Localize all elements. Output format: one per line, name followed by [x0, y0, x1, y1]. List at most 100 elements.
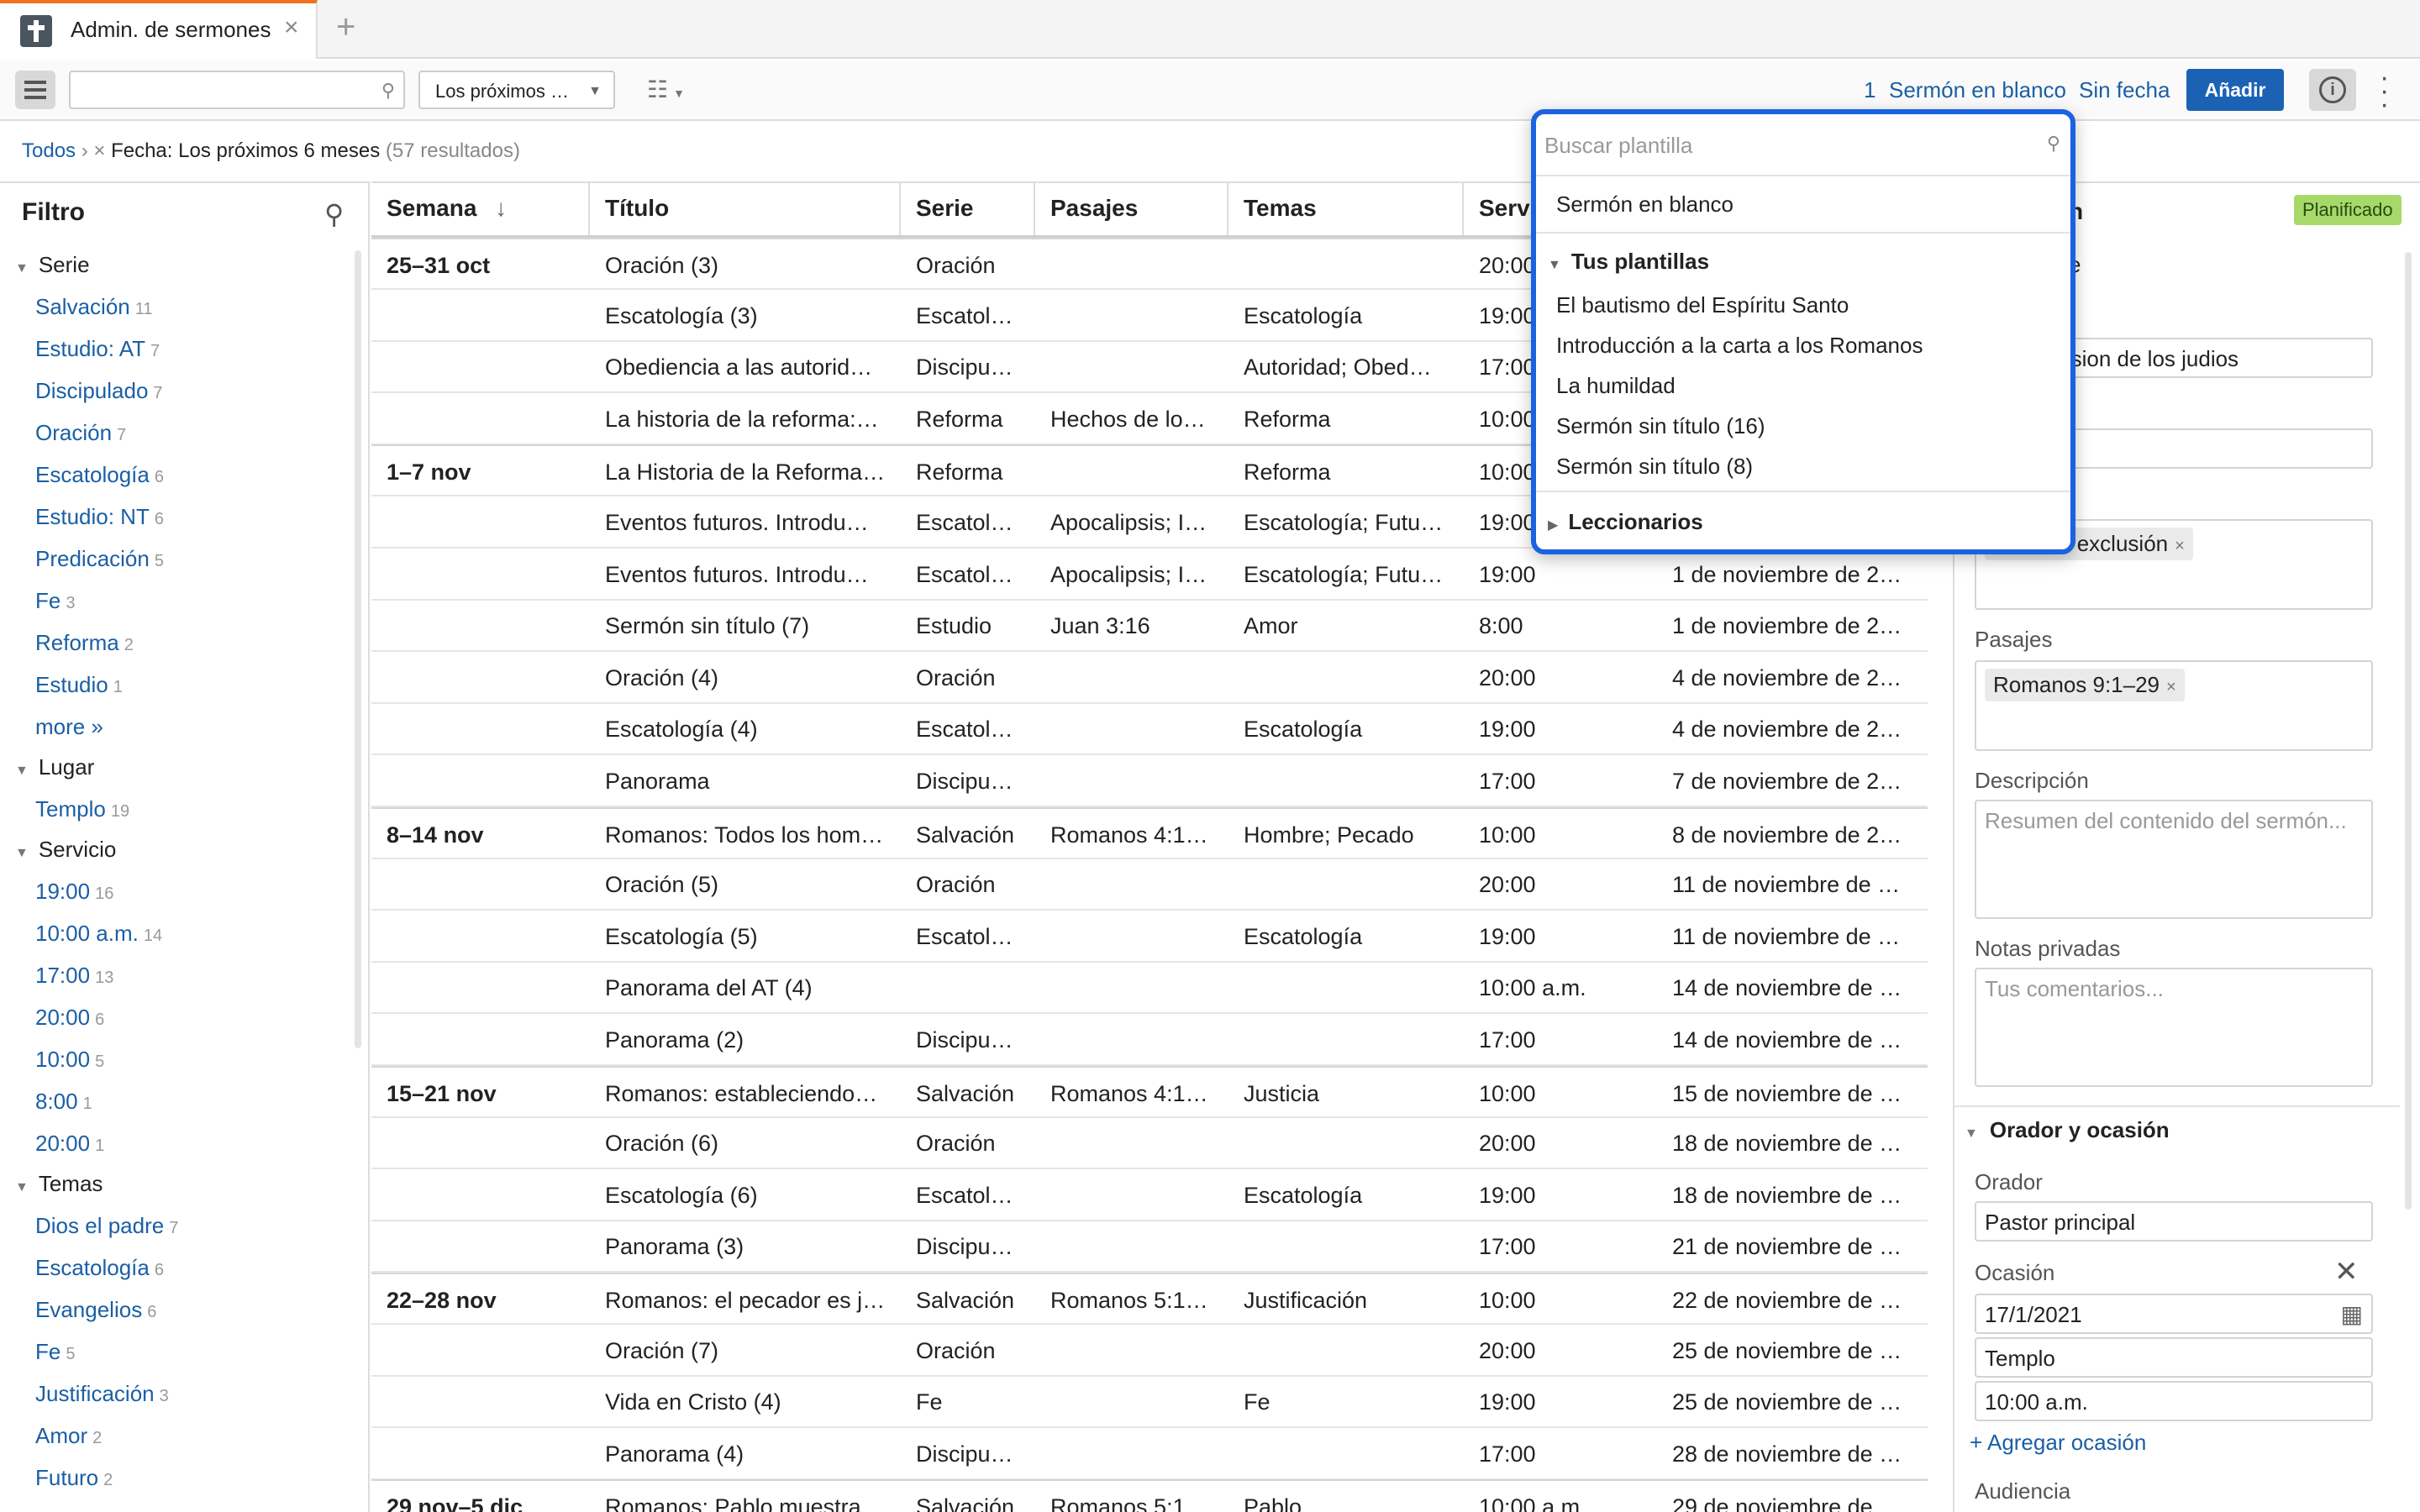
remove-chip-icon[interactable]: × — [2166, 678, 2176, 696]
description-field[interactable]: Resumen del contenido del sermón... — [1975, 800, 2373, 919]
filter-item[interactable]: Estudio 1 — [35, 672, 123, 698]
filter-item[interactable]: Estudio: NT 6 — [35, 504, 164, 530]
filter-item[interactable]: Discipulado 7 — [35, 378, 163, 404]
breadcrumb-filter: Fecha: Los próximos 6 meses — [111, 139, 381, 162]
view-mode-button[interactable]: ☷ ▼ — [647, 76, 685, 103]
add-occasion-link[interactable]: + Agregar ocasión — [1970, 1430, 2146, 1456]
template-option[interactable]: Sermón sin título (8) — [1556, 454, 1753, 480]
speaker-section-toggle[interactable]: ▼ Orador y ocasión — [1965, 1117, 2170, 1143]
filter-search-icon[interactable]: ⚲ — [324, 198, 344, 230]
new-tab-icon[interactable]: + — [336, 8, 355, 46]
table-row[interactable]: 8–14 nov Romanos: Todos los hom… Salvación… — [371, 806, 1928, 859]
tab-sermon-admin[interactable]: Admin. de sermones × — [0, 0, 318, 59]
occasion-time-field[interactable]: 10:00 a.m. — [1975, 1381, 2373, 1421]
filter-section-3[interactable]: ▼ Temas — [15, 1171, 103, 1197]
filter-item[interactable]: Justificación 3 — [35, 1381, 169, 1407]
filter-item[interactable]: more » — [35, 714, 103, 740]
template-option[interactable]: La humildad — [1556, 373, 1676, 399]
detail-scrollbar[interactable] — [2405, 252, 2412, 1210]
calendar-icon[interactable]: ▦ — [2341, 1300, 2363, 1328]
passages-field[interactable]: Romanos 9:1–29 × — [1975, 660, 2373, 751]
table-row[interactable]: Escatología (6) Escatol… Escatología 19:00 1… — [371, 1169, 1928, 1221]
blank-sermon-link[interactable]: Sermón en blanco — [1889, 77, 2066, 103]
table-row[interactable]: Escatología (5) Escatol… Escatología 19:00 1… — [371, 911, 1928, 963]
table-row[interactable]: Oración (4) Oración 20:00 4 de noviembre de… — [371, 652, 1928, 704]
filter-scrollbar[interactable] — [355, 250, 361, 1048]
filter-item[interactable]: Reforma 2 — [35, 630, 134, 656]
table-row[interactable]: Oración (5) Oración 20:00 11 de noviembre d… — [371, 858, 1928, 911]
more-options-icon[interactable]: · · · — [2380, 63, 2389, 118]
occasion-place-field[interactable]: Templo — [1975, 1337, 2373, 1378]
column-header-3[interactable]: Pasajes — [1035, 183, 1228, 237]
filter-item[interactable]: 19:00 16 — [35, 879, 113, 905]
add-button[interactable]: Añadir — [2186, 69, 2284, 111]
table-row[interactable]: 15–21 nov Romanos: estableciendo… Salvació… — [371, 1065, 1928, 1118]
blank-sermon-option[interactable]: Sermón en blanco — [1556, 192, 1733, 218]
breadcrumb-all[interactable]: Todos — [22, 139, 76, 162]
filter-item[interactable]: 20:00 6 — [35, 1005, 104, 1031]
column-header-4[interactable]: Temas — [1228, 183, 1464, 237]
filter-item-count: 7 — [153, 384, 163, 402]
filter-item[interactable]: Evangelios 6 — [35, 1297, 156, 1323]
filter-section-1[interactable]: ▼ Lugar — [15, 754, 94, 780]
filter-item[interactable]: Templo 19 — [35, 796, 129, 822]
filter-item[interactable]: Fe 5 — [35, 1339, 75, 1365]
template-option[interactable]: Introducción a la carta a los Romanos — [1556, 333, 1923, 359]
table-row[interactable]: Panorama (2) Discipu… 17:00 14 de noviembre… — [371, 1014, 1928, 1066]
close-icon[interactable]: × — [284, 13, 299, 42]
filter-item[interactable]: Oración 7 — [35, 420, 126, 446]
hamburger-menu-button[interactable] — [15, 71, 55, 109]
table-row[interactable]: 29 nov–5 dic Romanos: Pablo muestra… Salva… — [371, 1479, 1928, 1512]
table-row[interactable]: Oración (7) Oración 20:00 25 de noviembre d… — [371, 1325, 1928, 1377]
filter-item[interactable]: 17:00 13 — [35, 963, 113, 989]
template-option[interactable]: Sermón sin título (16) — [1556, 413, 1765, 439]
table-row[interactable]: Panorama del AT (4) 10:00 a.m. 14 de novie… — [371, 962, 1928, 1015]
column-header-0[interactable]: Semana ↓ — [371, 183, 590, 237]
filter-item[interactable]: Fe 3 — [35, 588, 75, 614]
table-row[interactable]: Eventos futuros. Introdu… Escatol… Apocali… — [371, 549, 1928, 601]
date-filter-select[interactable]: Los próximos … ▼ — [418, 71, 615, 109]
filter-item[interactable]: Escatología 6 — [35, 462, 164, 488]
filter-section-2[interactable]: ▼ Servicio — [15, 837, 116, 863]
info-button[interactable]: i — [2309, 69, 2356, 111]
no-date-link[interactable]: Sin fecha — [2079, 77, 2170, 103]
table-row[interactable]: Vida en Cristo (4) Fe Fe 19:00 25 de noviemb… — [371, 1376, 1928, 1429]
table-row[interactable]: Oración (6) Oración 20:00 18 de noviembre d… — [371, 1117, 1928, 1170]
remove-filter-icon[interactable]: × — [93, 139, 105, 162]
filter-item[interactable]: 10:00 a.m. 14 — [35, 921, 162, 947]
filter-item[interactable]: 20:00 1 — [35, 1131, 104, 1157]
filter-item[interactable]: 8:00 1 — [35, 1089, 92, 1115]
filter-item[interactable]: Amor 2 — [35, 1423, 102, 1449]
table-row[interactable]: 22–28 nov Romanos: el pecador es j… Salvac… — [371, 1273, 1928, 1325]
table-row[interactable]: Panorama Discipu… 17:00 7 de noviembre de 2… — [371, 755, 1928, 807]
table-cell: Discipu… — [916, 1441, 1013, 1467]
filter-item[interactable]: Futuro 2 — [35, 1465, 113, 1491]
column-header-1[interactable]: Título — [590, 183, 901, 237]
filter-item-count: 6 — [154, 468, 164, 486]
column-header-2[interactable]: Serie — [901, 183, 1035, 237]
blank-count[interactable]: 1 — [1864, 77, 1876, 103]
filter-item[interactable]: Escatología 6 — [35, 1255, 164, 1281]
filter-item[interactable]: Dios el padre 7 — [35, 1213, 178, 1239]
template-search-input[interactable]: Buscar plantilla ⚲ — [1536, 114, 2070, 176]
close-occasion-icon[interactable]: ✕ — [2334, 1255, 2359, 1289]
table-row[interactable]: Panorama (4) Discipu… 17:00 28 de noviembre… — [371, 1428, 1928, 1480]
filter-item[interactable]: Salvación 11 — [35, 294, 153, 320]
your-templates-toggle[interactable]: ▼ Tus plantillas — [1548, 249, 1709, 275]
triangle-down-icon: ▼ — [15, 846, 29, 860]
speaker-field[interactable]: Pastor principal — [1975, 1201, 2373, 1242]
occasion-date-field[interactable]: 17/1/2021 ▦ — [1975, 1294, 2373, 1334]
notes-field[interactable]: Tus comentarios... — [1975, 968, 2373, 1087]
template-option[interactable]: El bautismo del Espíritu Santo — [1556, 292, 1849, 318]
table-cell: 4 de noviembre de 2… — [1672, 717, 1902, 743]
filter-item[interactable]: 10:00 5 — [35, 1047, 104, 1073]
lectionaries-toggle[interactable]: ▶ Leccionarios — [1548, 509, 1703, 535]
filter-item[interactable]: Predicación 5 — [35, 546, 164, 572]
table-row[interactable]: Panorama (3) Discipu… 17:00 21 de noviembre… — [371, 1221, 1928, 1273]
filter-item[interactable]: Estudio: AT 7 — [35, 336, 160, 362]
filter-section-0[interactable]: ▼ Serie — [15, 252, 90, 278]
table-row[interactable]: Escatología (4) Escatol… Escatología 19:00 4… — [371, 703, 1928, 756]
remove-chip-icon[interactable]: × — [2175, 537, 2185, 555]
table-row[interactable]: Sermón sin título (7) Estudio Juan 3:16 Amo… — [371, 600, 1928, 653]
search-input[interactable]: ⚲ — [69, 71, 405, 109]
